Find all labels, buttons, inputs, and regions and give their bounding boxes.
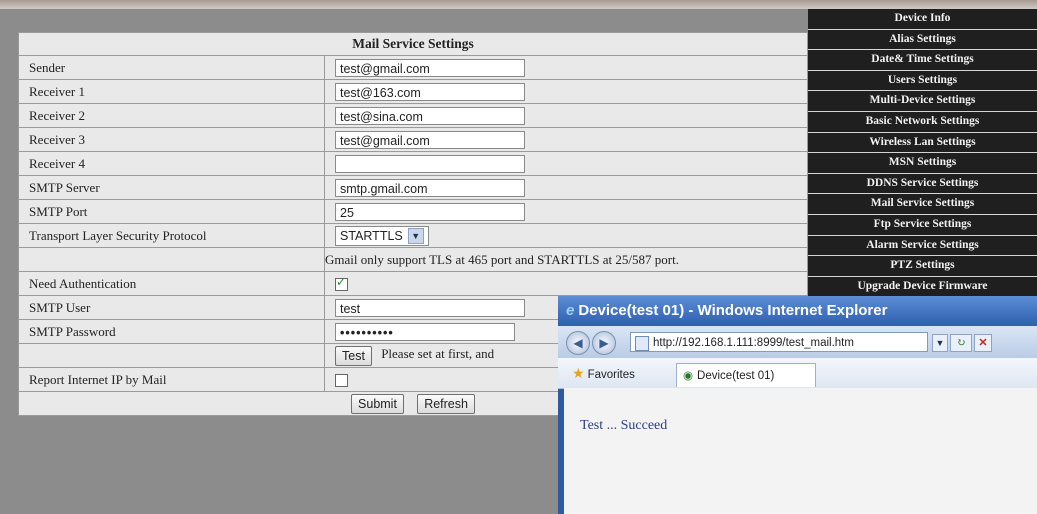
tls-select[interactable]: STARTTLS ▼ (335, 225, 429, 246)
sidebar-item-users-settings[interactable]: Users Settings (808, 70, 1037, 91)
ie-logo-icon: e (566, 302, 575, 319)
form-row-receiver-3: Receiver 3 test@gmail.com (18, 127, 808, 152)
ie-content-area: Test ... Succeed (564, 388, 1037, 514)
smtp-server-input[interactable]: smtp.gmail.com (335, 178, 525, 197)
receiver-1-input[interactable]: test@163.com (335, 82, 525, 101)
need-auth-label: Need Authentication (18, 271, 325, 296)
top-border (0, 0, 1037, 9)
ie-title-bar[interactable]: e Device(test 01) - Windows Internet Expl… (558, 296, 1037, 326)
form-row-receiver-1: Receiver 1 test@163.com (18, 79, 808, 104)
back-arrow-icon[interactable]: ◀ (566, 331, 590, 355)
tls-note: Gmail only support TLS at 465 port and S… (324, 247, 808, 272)
favorites-button[interactable]: ★ Favorites (572, 365, 635, 382)
smtp-password-label: SMTP Password (18, 319, 325, 344)
favorites-bar: ★ Favorites ◉ Device(test 01) (558, 358, 1037, 389)
smtp-user-label: SMTP User (18, 295, 325, 320)
smtp-port-label: SMTP Port (18, 199, 325, 224)
form-row-sender: Sender test@gmail.com (18, 55, 808, 80)
sidebar-item-mail-service-settings[interactable]: Mail Service Settings (808, 194, 1037, 214)
ie-popup-window: e Device(test 01) - Windows Internet Expl… (558, 296, 1037, 514)
sidebar-item-alarm-service-settings[interactable]: Alarm Service Settings (808, 235, 1037, 256)
sidebar-item-msn-settings[interactable]: MSN Settings (808, 153, 1037, 173)
sidebar-item-ddns-service-settings[interactable]: DDNS Service Settings (808, 173, 1037, 194)
sidebar-item-basic-network-settings[interactable]: Basic Network Settings (808, 111, 1037, 132)
sidebar-item-ftp-service-settings[interactable]: Ftp Service Settings (808, 214, 1037, 235)
address-input[interactable]: http://192.168.1.111:8999/test_mail.htm (630, 332, 928, 352)
form-row-receiver-4: Receiver 4 (18, 151, 808, 176)
tab-label: Device(test 01) (697, 370, 775, 382)
sidebar-item-upgrade-device-firmware[interactable]: Upgrade Device Firmware (808, 276, 1037, 297)
sidebar-item-wireless-lan-settings[interactable]: Wireless Lan Settings (808, 132, 1037, 153)
receiver-2-label: Receiver 2 (18, 103, 325, 128)
sender-label: Sender (18, 55, 325, 80)
smtp-user-input[interactable]: test (335, 298, 525, 317)
form-row-need-auth: Need Authentication (18, 271, 808, 296)
chevron-down-icon: ▼ (407, 228, 424, 245)
sender-input[interactable]: test@gmail.com (335, 58, 525, 77)
sidebar-item-device-info[interactable]: Device Info (808, 9, 1037, 29)
stop-icon[interactable]: ✕ (974, 334, 992, 352)
star-icon: ★ (572, 365, 585, 381)
page-icon (635, 336, 649, 351)
form-row-receiver-2: Receiver 2 test@sina.com (18, 103, 808, 128)
form-row-tls-note: Gmail only support TLS at 465 port and S… (18, 247, 808, 272)
test-button[interactable]: Test (335, 345, 372, 366)
need-auth-checkbox[interactable] (335, 275, 348, 292)
refresh-button[interactable]: Refresh (417, 393, 475, 414)
submit-button[interactable]: Submit (351, 393, 404, 414)
form-row-smtp-port: SMTP Port 25 (18, 199, 808, 224)
tls-label: Transport Layer Security Protocol (18, 223, 325, 248)
browser-tab[interactable]: ◉ Device(test 01) (676, 363, 816, 387)
sidebar-item-alias-settings[interactable]: Alias Settings (808, 29, 1037, 50)
receiver-3-label: Receiver 3 (18, 127, 325, 152)
ie-address-bar: ◀ ▶ http://192.168.1.111:8999/test_mail.… (558, 326, 1037, 358)
ie-window-title: Device(test 01) - Windows Internet Explo… (578, 302, 888, 319)
receiver-1-label: Receiver 1 (18, 79, 325, 104)
address-dropdown-icon[interactable]: ▼ (932, 334, 948, 352)
sidebar-menu: Device Info Alias Settings Date& Time Se… (808, 9, 1037, 298)
receiver-2-input[interactable]: test@sina.com (335, 106, 525, 125)
page-title: Mail Service Settings (18, 32, 808, 56)
smtp-password-input[interactable]: •••••••••• (335, 322, 515, 341)
tls-select-value: STARTTLS (340, 228, 403, 243)
receiver-4-label: Receiver 4 (18, 151, 325, 176)
favorites-label: Favorites (587, 369, 635, 381)
test-hint: Please set at first, and (381, 346, 495, 362)
sidebar-item-ptz-settings[interactable]: PTZ Settings (808, 256, 1037, 276)
address-text: http://192.168.1.111:8999/test_mail.htm (653, 337, 854, 349)
smtp-port-input[interactable]: 25 (335, 202, 525, 221)
sidebar-item-multi-device-settings[interactable]: Multi-Device Settings (808, 91, 1037, 111)
test-result-text: Test ... Succeed (580, 418, 668, 433)
refresh-icon[interactable]: ↻ (950, 334, 972, 352)
receiver-3-input[interactable]: test@gmail.com (335, 130, 525, 149)
form-row-tls: Transport Layer Security Protocol STARTT… (18, 223, 808, 248)
sidebar-item-date-time-settings[interactable]: Date& Time Settings (808, 50, 1037, 70)
receiver-4-input[interactable] (335, 154, 525, 173)
form-row-smtp-server: SMTP Server smtp.gmail.com (18, 175, 808, 200)
report-ip-checkbox[interactable] (335, 374, 348, 388)
forward-arrow-icon[interactable]: ▶ (592, 331, 616, 355)
smtp-server-label: SMTP Server (18, 175, 325, 200)
report-ip-label: Report Internet IP by Mail (18, 367, 325, 392)
tab-page-icon: ◉ (683, 370, 694, 382)
